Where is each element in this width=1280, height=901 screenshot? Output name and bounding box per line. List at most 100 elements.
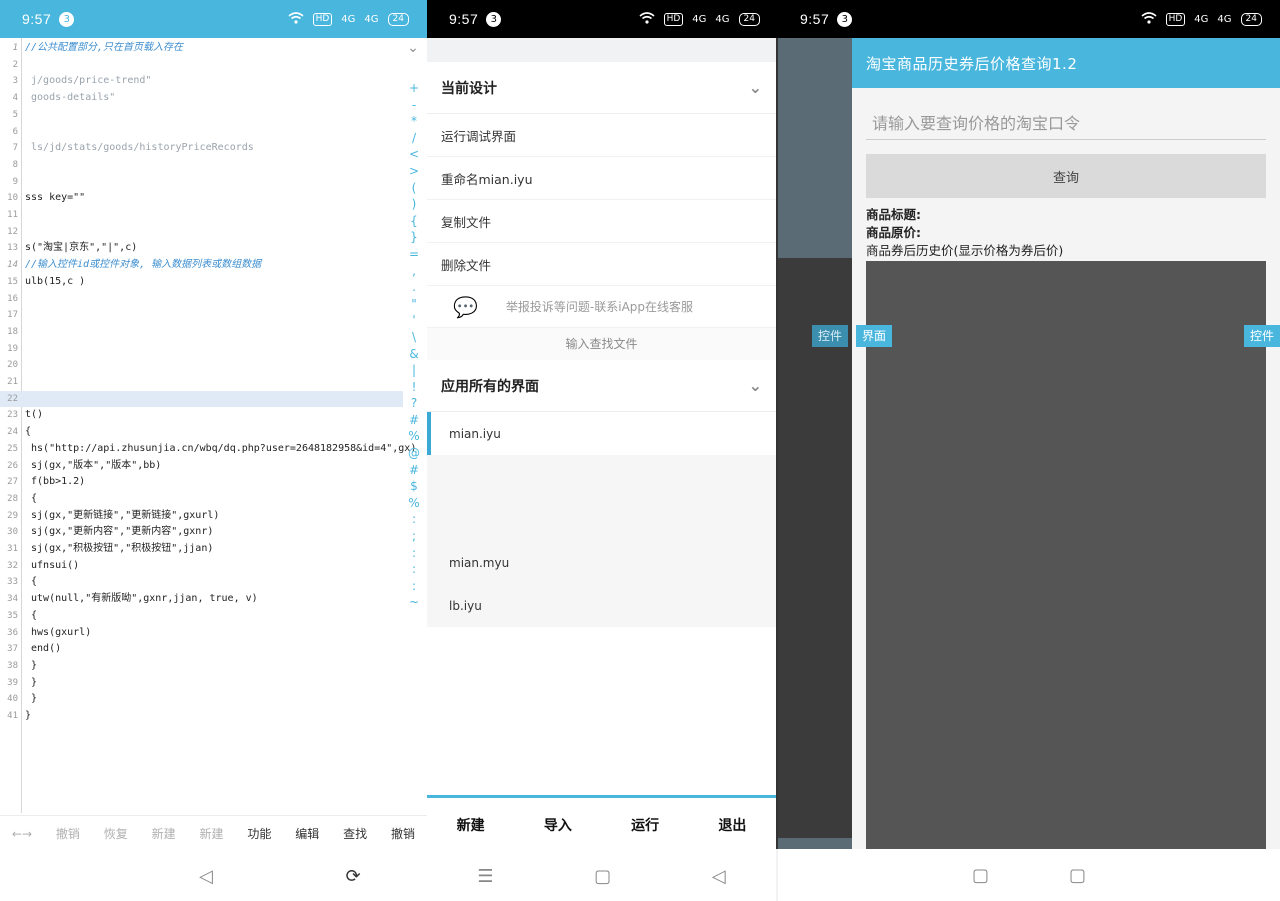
run-button[interactable]: 运行	[631, 815, 659, 835]
chevron-down-icon[interactable]: ⌄	[403, 40, 423, 60]
symbol-key[interactable]: ?	[411, 395, 417, 412]
recent-apps-icon[interactable]: ▢	[1069, 865, 1086, 886]
symbol-key[interactable]: $	[410, 478, 418, 495]
symbol-key[interactable]: \	[412, 329, 416, 346]
toolbar-button[interactable]: 编辑	[295, 825, 319, 842]
code-line[interactable]: 18	[0, 324, 403, 341]
code-line[interactable]: 40 }	[0, 691, 403, 708]
symbol-key[interactable]: >	[409, 163, 419, 180]
code-line[interactable]: 8	[0, 157, 403, 174]
symbol-key[interactable]: }	[410, 229, 418, 246]
control-tag-left[interactable]: 控件	[812, 325, 849, 347]
report-link[interactable]: 💬 举报投诉等问题-联系iApp在线客服	[427, 286, 776, 328]
file-item[interactable]: mian.myu	[427, 541, 776, 584]
new-button[interactable]: 新建	[457, 815, 485, 835]
menu-run-debug[interactable]: 运行调试界面	[427, 114, 776, 157]
symbol-keyboard[interactable]: + - * / < >(){} =,. " ' \ & |!? #% @ # $%:;::: ~	[403, 80, 425, 801]
code-line[interactable]: 39 }	[0, 675, 403, 692]
code-line[interactable]: 32 ufnsui()	[0, 558, 403, 575]
symbol-key[interactable]: :	[412, 511, 416, 528]
chevron-down-icon[interactable]: ⌄	[749, 376, 762, 395]
code-line[interactable]: 34 utw(null,"有新版呦",gxnr,jjan, true, v)	[0, 591, 403, 608]
symbol-key[interactable]: <	[409, 146, 419, 163]
code-line[interactable]: 15 ulb(15,c )	[0, 274, 403, 291]
toolbar-button[interactable]: 新建	[200, 825, 224, 842]
rotate-icon[interactable]: ⟳	[346, 866, 361, 887]
symbol-key[interactable]: .	[412, 279, 416, 296]
code-line[interactable]: 16	[0, 291, 403, 308]
code-line[interactable]: 25 hs("http://api.zhusunjia.cn/wbq/dq.ph…	[0, 441, 416, 458]
code-line[interactable]: 24 {	[0, 424, 403, 441]
code-line[interactable]: 2	[0, 57, 403, 74]
symbol-key[interactable]: =	[409, 246, 419, 263]
code-line[interactable]: 27 f(bb>1.2)	[0, 474, 403, 491]
file-item[interactable]	[427, 455, 776, 498]
menu-copy-file[interactable]: 复制文件	[427, 200, 776, 243]
code-line[interactable]: 10 sss key=""	[0, 190, 403, 207]
symbol-key[interactable]: :	[412, 578, 416, 595]
code-line[interactable]: 7 ls/jd/stats/goods/historyPriceRecords	[0, 140, 403, 157]
symbol-key[interactable]: #	[409, 412, 419, 429]
symbol-key[interactable]: %	[408, 495, 419, 512]
query-button[interactable]: 查询	[866, 154, 1266, 198]
code-line[interactable]: 30 sj(gx,"更新内容","更新内容",gxnr)	[0, 524, 403, 541]
code-line[interactable]: 22	[0, 390, 403, 408]
code-line[interactable]: 33 {	[0, 574, 403, 591]
chevron-down-icon[interactable]: ⌄	[749, 78, 762, 97]
code-line[interactable]: 11	[0, 207, 403, 224]
file-search-input[interactable]: 输入查找文件	[427, 328, 776, 360]
taobao-code-input[interactable]: 请输入要查询价格的淘宝口令	[866, 100, 1266, 140]
symbol-key[interactable]: &	[409, 346, 418, 363]
symbol-key[interactable]: ~	[409, 594, 419, 611]
symbol-key[interactable]: ,	[412, 263, 416, 280]
symbol-key[interactable]: :	[412, 545, 416, 562]
code-line[interactable]: 35 {	[0, 608, 403, 625]
toolbar-button[interactable]: 恢复	[104, 825, 128, 842]
toolbar-button[interactable]: 撤销	[391, 825, 415, 842]
file-item[interactable]: lb.iyu	[427, 584, 776, 627]
code-line[interactable]: 36 hws(gxurl)	[0, 625, 403, 642]
code-line[interactable]: 31 sj(gx,"积极按钮","积极按钮",jjan)	[0, 541, 403, 558]
code-line[interactable]: 1 //公共配置部分,只在首页载入存在	[0, 40, 403, 57]
code-line[interactable]: 6	[0, 124, 403, 141]
control-tag-right[interactable]: 控件	[1243, 325, 1280, 347]
code-line[interactable]: 13 s("淘宝|京东","|",c)	[0, 240, 403, 257]
code-line[interactable]: 21	[0, 374, 403, 391]
symbol-key[interactable]: "	[411, 296, 417, 313]
symbol-key[interactable]: |	[412, 362, 416, 379]
symbol-key[interactable]: :	[412, 561, 416, 578]
exit-button[interactable]: 退出	[718, 815, 746, 835]
code-line[interactable]: 23 t()	[0, 407, 403, 424]
all-screens-header[interactable]: 应用所有的界面 ⌄	[427, 360, 776, 412]
symbol-key[interactable]: @	[408, 445, 420, 462]
menu-rename[interactable]: 重命名mian.iyu	[427, 157, 776, 200]
toolbar-button[interactable]: ←→	[12, 827, 32, 841]
symbol-key[interactable]: -	[412, 97, 416, 114]
symbol-key[interactable]: {	[410, 213, 418, 230]
screen-tag[interactable]: 界面	[856, 325, 893, 347]
code-line[interactable]: 12	[0, 224, 403, 241]
symbol-key[interactable]: *	[411, 113, 417, 130]
toolbar-button[interactable]: 查找	[343, 825, 367, 842]
code-line[interactable]: 41}	[0, 708, 403, 725]
code-line[interactable]: 29 sj(gx,"更新链接","更新链接",gxurl)	[0, 508, 403, 525]
symbol-key[interactable]: ;	[412, 528, 416, 545]
toolbar-button[interactable]: 撤销	[56, 825, 80, 842]
symbol-key[interactable]: )	[412, 196, 417, 213]
symbol-key[interactable]: (	[412, 180, 417, 197]
menu-delete-file[interactable]: 删除文件	[427, 243, 776, 286]
menu-icon[interactable]: ☰	[477, 866, 493, 887]
code-line[interactable]: 28 {	[0, 491, 403, 508]
home-icon[interactable]: ▢	[594, 866, 611, 887]
code-area[interactable]: 1//公共配置部分,只在首页载入存在 2 3 j/goods/price-trend…	[0, 38, 416, 813]
back-icon[interactable]: ◁	[199, 866, 213, 887]
code-line[interactable]: 3 j/goods/price-trend"	[0, 73, 403, 90]
code-line[interactable]: 26 sj(gx,"版本","版本",bb)	[0, 458, 403, 475]
symbol-key[interactable]: %	[408, 428, 419, 445]
file-item[interactable]	[427, 498, 776, 541]
symbol-key[interactable]: '	[412, 312, 415, 329]
symbol-key[interactable]: !	[412, 379, 417, 396]
toolbar-button[interactable]: 功能	[247, 825, 271, 842]
code-line[interactable]: 17	[0, 307, 403, 324]
symbol-key[interactable]: #	[409, 462, 419, 479]
